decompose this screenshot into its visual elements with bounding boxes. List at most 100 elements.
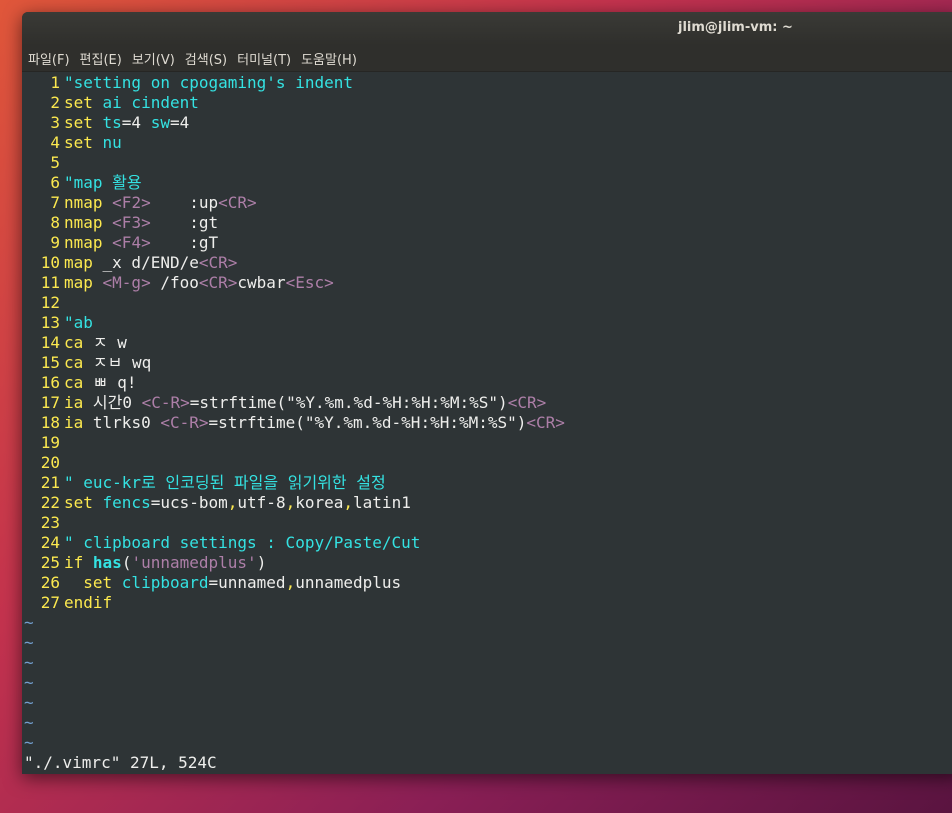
code-token: , xyxy=(227,493,238,512)
line-number: 20 xyxy=(40,453,60,472)
vim-buffer: 1 "setting on cpogaming's indent 2 set ai c… xyxy=(22,73,952,613)
code-line: 10 map _x d/END/e<CR> xyxy=(22,253,952,273)
code-line: 24 " clipboard settings : Copy/Paste/Cut xyxy=(22,533,952,553)
menu-edit[interactable]: 편집(E) xyxy=(80,49,122,68)
line-number: 27 xyxy=(40,593,60,612)
code-token: <F3> xyxy=(112,213,151,232)
code-line: 18 ia tlrks0 <C-R>=strftime("%Y.%m.%d-%H:… xyxy=(22,413,952,433)
code-token: ia xyxy=(64,413,93,432)
code-token: set xyxy=(64,113,103,132)
code-token: nmap xyxy=(64,213,113,232)
code-token: ia xyxy=(64,393,93,412)
code-token: <C-R> xyxy=(141,393,190,412)
code-token: , xyxy=(343,493,354,512)
line-number: 18 xyxy=(40,413,60,432)
code-line: 7 nmap <F2> :up<CR> xyxy=(22,193,952,213)
code-token: <M-g> xyxy=(102,273,151,292)
code-token: ts xyxy=(102,113,122,132)
empty-line-tilde: ~ xyxy=(24,633,34,652)
line-number: 10 xyxy=(40,253,60,272)
line-number: 1 xyxy=(50,73,60,92)
code-token: set xyxy=(64,133,103,152)
code-token: 'unnamedplus' xyxy=(131,553,257,572)
code-token: <F2> xyxy=(112,193,151,212)
line-number: 4 xyxy=(50,133,60,152)
menu-terminal[interactable]: 터미널(T) xyxy=(237,49,291,68)
code-token: , xyxy=(285,573,296,592)
code-line: 12 xyxy=(22,293,952,313)
code-token: , xyxy=(285,493,296,512)
line-number: 12 xyxy=(40,293,60,312)
code-token: " clipboard settings : Copy/Paste/Cut xyxy=(64,533,421,552)
code-token: <CR> xyxy=(507,393,547,412)
code-line: 15 ca ㅈㅂ wq xyxy=(22,353,952,373)
menu-search[interactable]: 검색(S) xyxy=(185,49,227,68)
code-token: =strftime("%Y.%m.%d-%H:%H:%M:%S") xyxy=(208,413,527,432)
code-token: =ucs-bom xyxy=(150,493,228,512)
code-line: 23 xyxy=(22,513,952,533)
line-number: 8 xyxy=(50,213,60,232)
code-token: =strftime("%Y.%m.%d-%H:%H:%M:%S") xyxy=(189,393,508,412)
code-token: sw xyxy=(150,113,170,132)
code-token: "setting on cpogaming's indent xyxy=(64,73,353,92)
code-token: 시간0 xyxy=(92,393,142,412)
code-token: =unnamed xyxy=(208,573,286,592)
code-token: ) xyxy=(256,553,267,572)
code-line: 14 ca ㅈ w xyxy=(22,333,952,353)
code-token: set xyxy=(64,93,103,112)
empty-line-tilde: ~ xyxy=(24,713,34,732)
code-line: 9 nmap <F4> :gT xyxy=(22,233,952,253)
line-number: 13 xyxy=(40,313,60,332)
menu-bar: 파일(F) 편집(E) 보기(V) 검색(S) 터미널(T) 도움말(H) xyxy=(22,45,952,72)
code-line: 20 xyxy=(22,453,952,473)
code-token: clipboard xyxy=(121,573,209,592)
code-line: 4 set nu xyxy=(22,133,952,153)
code-token: <CR> xyxy=(198,273,238,292)
code-token: <CR> xyxy=(218,193,257,212)
code-token: utf-8 xyxy=(237,493,286,512)
menu-file[interactable]: 파일(F) xyxy=(28,49,70,68)
code-token: _x d/END/e xyxy=(102,253,199,272)
code-token: ai cindent xyxy=(102,93,199,112)
line-number: 9 xyxy=(50,233,60,252)
code-line: 13 "ab xyxy=(22,313,952,333)
menu-help[interactable]: 도움말(H) xyxy=(301,49,357,68)
empty-line-tilde: ~ xyxy=(24,733,34,752)
code-line: 21 " euc-kr로 인코딩된 파일을 읽기위한 설정 xyxy=(22,473,952,493)
line-number: 11 xyxy=(40,273,60,292)
code-line: 25 if has('unnamedplus') xyxy=(22,553,952,573)
code-line: 6 "map 활용 xyxy=(22,173,952,193)
line-number: 15 xyxy=(40,353,60,372)
code-line: 2 set ai cindent xyxy=(22,93,952,113)
code-token: unnamedplus xyxy=(295,573,402,592)
line-number: 6 xyxy=(50,173,60,192)
code-token: :gT xyxy=(150,233,219,252)
code-line: 8 nmap <F3> :gt xyxy=(22,213,952,233)
code-token: "map 활용 xyxy=(64,173,142,192)
code-token: ca xyxy=(64,333,93,352)
title-bar[interactable]: jlim@jlim-vm: ~ xyxy=(22,12,952,45)
line-number: 17 xyxy=(40,393,60,412)
code-token: nu xyxy=(102,133,122,152)
code-token: fencs xyxy=(102,493,151,512)
code-line: 22 set fencs=ucs-bom,utf-8,korea,latin1 xyxy=(22,493,952,513)
code-token: <CR> xyxy=(526,413,565,432)
code-token: ㅈㅂ wq xyxy=(92,353,152,372)
line-number: 2 xyxy=(50,93,60,112)
code-token: "ab xyxy=(64,313,93,332)
code-line: 16 ca ㅃ q! xyxy=(22,373,952,393)
menu-view[interactable]: 보기(V) xyxy=(132,49,175,68)
code-token: if xyxy=(64,553,93,572)
code-token: korea xyxy=(295,493,344,512)
line-number: 26 xyxy=(40,573,60,592)
code-token: ( xyxy=(121,553,132,572)
code-line: 1 "setting on cpogaming's indent xyxy=(22,73,952,93)
line-number: 5 xyxy=(50,153,60,172)
line-number: 19 xyxy=(40,433,60,452)
code-token: <CR> xyxy=(198,253,238,272)
code-line: 17 ia 시간0 <C-R>=strftime("%Y.%m.%d-%H:%H:… xyxy=(22,393,952,413)
code-token: set xyxy=(64,573,122,592)
code-token: set xyxy=(64,493,103,512)
vim-status-message: "./.vimrc" 27L, 524C xyxy=(24,753,217,772)
terminal-content[interactable]: 1 "setting on cpogaming's indent 2 set ai c… xyxy=(22,72,952,774)
